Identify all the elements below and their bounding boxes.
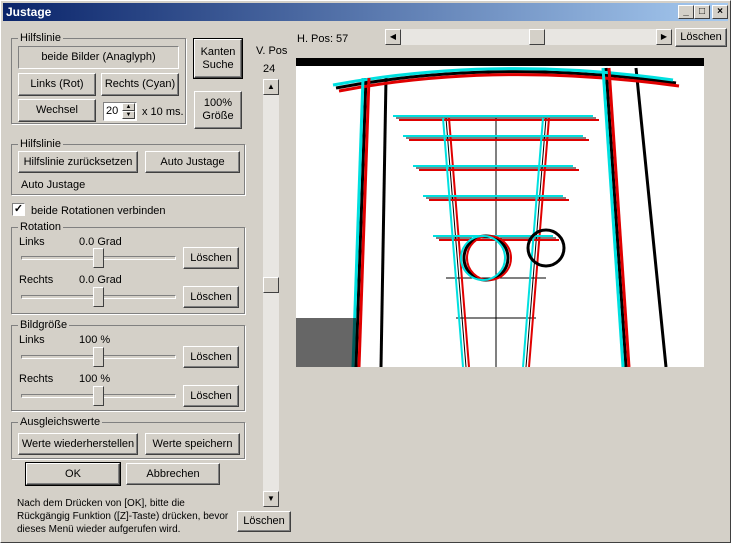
rotation-links-clear-button[interactable]: Löschen	[183, 247, 239, 269]
bildgroesse-caption: Bildgröße	[18, 319, 70, 331]
vpos-thumb[interactable]	[263, 277, 279, 293]
spin-down-icon[interactable]: ▼	[122, 111, 135, 119]
bildgroesse-rechts-label: Rechts	[19, 373, 54, 385]
rotation-rechts-clear-button[interactable]: Löschen	[183, 286, 239, 308]
vpos-label: V. Pos	[256, 45, 288, 57]
hilfslinie-justage-caption: Hilfslinie	[18, 138, 63, 150]
bildgroesse-links-value: 100 %	[79, 334, 111, 346]
rotation-caption: Rotation	[18, 221, 63, 233]
cancel-button[interactable]: Abbrechen	[126, 463, 220, 485]
rotation-links-label: Links	[19, 236, 45, 248]
links-rot-button[interactable]: Links (Rot)	[18, 73, 96, 96]
vpos-value: 24	[263, 63, 276, 75]
anaglyph-preview[interactable]	[296, 58, 704, 367]
bildgroesse-links-clear-button[interactable]: Löschen	[183, 346, 239, 368]
bildgroesse-rechts-slider[interactable]	[93, 386, 104, 406]
bildgroesse-links-label: Links	[19, 334, 45, 346]
anaglyph-preview-image	[296, 58, 704, 367]
title-bar: Justage	[3, 3, 728, 21]
bildgroesse-rechts-clear-button[interactable]: Löschen	[183, 385, 239, 407]
hpos-clear-button[interactable]: Löschen	[675, 28, 727, 47]
ok-button[interactable]: OK	[25, 462, 121, 486]
rotation-rechts-label: Rechts	[19, 274, 54, 286]
bildgroesse-rechts-value: 100 %	[79, 373, 111, 385]
rechts-cyan-button[interactable]: Rechts (Cyan)	[101, 73, 179, 96]
vpos-clear-button[interactable]: Löschen	[237, 511, 291, 532]
hilfslinie-caption: Hilfslinie	[18, 32, 63, 44]
wechsel-button[interactable]: Wechsel	[18, 99, 96, 122]
rotation-rechts-value: 0.0 Grad	[79, 274, 122, 286]
hpos-right-icon[interactable]: ▶	[656, 29, 672, 45]
hpos-label: H. Pos:	[297, 33, 334, 45]
minimize-icon[interactable]: _	[678, 5, 694, 19]
vpos-up-icon[interactable]: ▲	[263, 79, 279, 95]
hilfslinie-reset-button[interactable]: Hilfslinie zurücksetzen	[18, 151, 138, 173]
rotation-link-checkbox[interactable]: ✓	[12, 203, 25, 216]
window-title: Justage	[6, 5, 52, 19]
kanten-suche-button[interactable]: Kanten Suche	[193, 38, 243, 79]
groesse-100-button[interactable]: 100% Größe	[194, 91, 242, 129]
auto-justage-button[interactable]: Auto Justage	[145, 151, 240, 173]
close-icon[interactable]: ×	[712, 5, 728, 19]
anaglyph-button[interactable]: beide Bilder (Anaglyph)	[18, 46, 179, 69]
vpos-scrollbar[interactable]	[263, 79, 279, 507]
rotation-links-slider[interactable]	[93, 248, 104, 268]
spin-up-icon[interactable]: ▲	[122, 103, 135, 111]
interval-value: 20	[106, 105, 119, 117]
justage-window: Justage _ □ × Hilfslinie beide Bilder (A…	[0, 0, 731, 543]
save-values-button[interactable]: Werte speichern	[145, 433, 240, 455]
hpos-left-icon[interactable]: ◀	[385, 29, 401, 45]
auto-justage-status: Auto Justage	[21, 179, 86, 191]
interval-unit: x 10 ms.	[142, 106, 184, 118]
rotation-rechts-slider[interactable]	[93, 287, 104, 307]
hpos-thumb[interactable]	[529, 29, 545, 45]
rotation-links-value: 0.0 Grad	[79, 236, 122, 248]
hpos-value: 57	[336, 33, 349, 45]
ok-note: Nach dem Drücken von [OK], bitte die Rüc…	[17, 498, 229, 535]
restore-values-button[interactable]: Werte wiederherstellen	[18, 433, 138, 455]
rotation-link-label: beide Rotationen verbinden	[31, 205, 166, 217]
ausgleich-caption: Ausgleichswerte	[18, 416, 103, 428]
bildgroesse-links-slider[interactable]	[93, 347, 104, 367]
maximize-icon[interactable]: □	[694, 5, 710, 19]
vpos-down-icon[interactable]: ▼	[263, 491, 279, 507]
